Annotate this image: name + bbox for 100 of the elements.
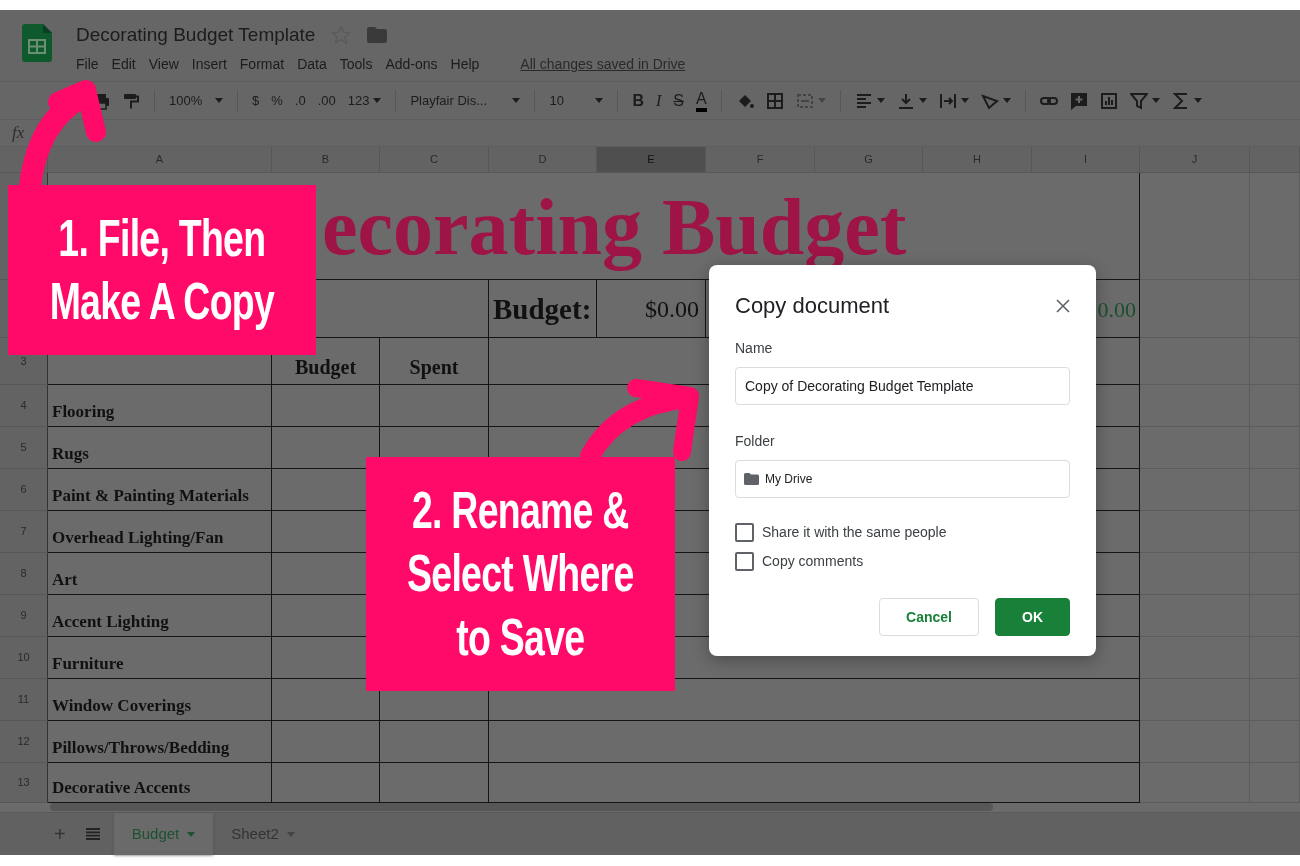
caret-icon[interactable] (876, 98, 885, 103)
table-cell[interactable] (1140, 721, 1250, 763)
table-cell[interactable]: Rugs (48, 427, 272, 469)
folder-icon[interactable] (367, 27, 388, 43)
table-cell[interactable] (380, 721, 489, 763)
menu-item[interactable]: Format (239, 54, 292, 75)
save-status-link[interactable]: All changes saved in Drive (520, 54, 693, 75)
column-header[interactable]: A (48, 147, 272, 173)
field-label: Folder (735, 432, 776, 451)
table-cell[interactable]: Art (48, 553, 272, 595)
column-header[interactable]: G (815, 147, 923, 173)
zoom-select[interactable]: 100% (165, 86, 227, 115)
menu-item[interactable]: Edit (111, 54, 143, 75)
row-header[interactable]: 7 (0, 511, 48, 553)
table-cell[interactable]: Pillows/Throws/Bedding (48, 721, 272, 763)
row-header[interactable]: 4 (0, 385, 48, 427)
chart-icon[interactable] (1099, 91, 1118, 110)
table-cell[interactable] (1140, 469, 1250, 511)
checkbox[interactable] (735, 523, 754, 542)
table-cell[interactable] (1140, 637, 1250, 679)
column-header[interactable]: H (923, 147, 1032, 173)
caret-icon[interactable] (1151, 98, 1160, 103)
table-cell[interactable]: Spent (380, 338, 489, 385)
row-header[interactable]: 9 (0, 595, 48, 637)
table-cell[interactable] (1140, 511, 1250, 553)
caret-icon[interactable] (918, 98, 927, 103)
table-cell[interactable]: Window Coverings (48, 679, 272, 721)
table-cell[interactable]: Flooring (48, 385, 272, 427)
add-sheet-button[interactable]: + (48, 813, 72, 855)
menu-item[interactable]: Add-ons (385, 54, 445, 75)
menu-item[interactable]: File (76, 54, 106, 75)
menu-item[interactable]: Data (297, 54, 334, 75)
vertical-align-icon[interactable] (896, 91, 915, 110)
table-cell[interactable]: Accent Lighting (48, 595, 272, 637)
caret-icon[interactable] (960, 98, 969, 103)
sheet-tab[interactable]: Budget (113, 813, 214, 855)
text-rotate-icon[interactable] (980, 91, 999, 110)
table-cell[interactable] (1140, 385, 1250, 427)
caret-icon[interactable] (817, 98, 826, 103)
sum-icon[interactable] (1171, 91, 1190, 110)
table-cell[interactable] (489, 721, 1140, 763)
menu-item[interactable]: Insert (191, 54, 234, 75)
table-cell[interactable] (1140, 553, 1250, 595)
caret-icon[interactable] (1002, 98, 1011, 103)
table-cell[interactable] (380, 385, 489, 427)
table-cell[interactable] (1140, 280, 1250, 338)
table-cell[interactable] (272, 721, 380, 763)
spreadsheet-logo-icon[interactable] (22, 24, 52, 62)
percent-button[interactable]: % (267, 86, 287, 115)
horizontal-scrollbar[interactable] (50, 803, 993, 811)
table-cell[interactable] (1140, 338, 1250, 385)
formula-label: fx (12, 122, 25, 145)
text-color-button[interactable]: A (692, 86, 711, 115)
table-cell[interactable] (272, 385, 380, 427)
row-header[interactable]: 8 (0, 553, 48, 595)
table-cell[interactable] (1140, 595, 1250, 637)
align-left-icon[interactable] (854, 91, 873, 110)
table-cell[interactable]: Furniture (48, 637, 272, 679)
column-header[interactable]: I (1032, 147, 1140, 173)
text-wrap-icon[interactable] (938, 91, 957, 110)
more-formats-button[interactable]: 123 (343, 86, 386, 115)
borders-icon[interactable] (765, 91, 784, 110)
row-header[interactable]: 13 (0, 763, 48, 803)
document-title[interactable]: Decorating Budget Template (76, 24, 316, 46)
italic-button[interactable]: I (652, 86, 666, 115)
table-cell[interactable] (1140, 173, 1250, 280)
font-select[interactable]: Playfair Dis... (406, 86, 525, 115)
column-header[interactable]: F (706, 147, 815, 173)
table-cell[interactable]: Budget: (489, 280, 597, 338)
caret-icon (512, 98, 521, 103)
cancel-button[interactable]: Cancel (879, 598, 979, 636)
table-cell[interactable]: $0.00 (597, 280, 706, 338)
name-field[interactable]: Copy of Decorating Budget Template (735, 367, 1070, 405)
add-comment-icon[interactable] (1069, 91, 1088, 110)
table-cell[interactable] (1140, 763, 1250, 803)
menu-item[interactable]: Help (450, 54, 487, 75)
increase-decimals-button[interactable]: .00 (313, 86, 340, 115)
menu-item[interactable]: Tools (339, 54, 380, 75)
field-label: Name (735, 339, 774, 358)
column-header[interactable]: E (597, 147, 706, 173)
close-icon[interactable] (1056, 299, 1070, 314)
font-size-select[interactable]: 10 (545, 86, 608, 115)
checkbox[interactable] (735, 552, 754, 571)
ok-button[interactable]: OK (995, 598, 1070, 636)
menu-item[interactable]: View (148, 54, 186, 75)
list-icon[interactable] (85, 828, 100, 840)
table-cell[interactable] (1140, 679, 1250, 721)
filter-icon[interactable] (1129, 91, 1148, 110)
folder-icon (744, 473, 759, 485)
strikethrough-button[interactable]: S (669, 86, 688, 115)
currency-button[interactable]: $ (248, 86, 264, 115)
table-cell[interactable]: Overhead Lighting/Fan (48, 511, 272, 553)
decrease-decimals-button[interactable]: .0 (290, 86, 310, 115)
table-cell[interactable]: Paint & Painting Materials (48, 469, 272, 511)
column-header[interactable]: B (272, 147, 380, 173)
table-cell[interactable] (1140, 427, 1250, 469)
folder-field[interactable]: My Drive (735, 460, 1070, 498)
bold-button[interactable]: B (628, 86, 648, 115)
caret-icon[interactable] (1193, 98, 1202, 103)
paint-roller-icon[interactable] (122, 91, 140, 110)
